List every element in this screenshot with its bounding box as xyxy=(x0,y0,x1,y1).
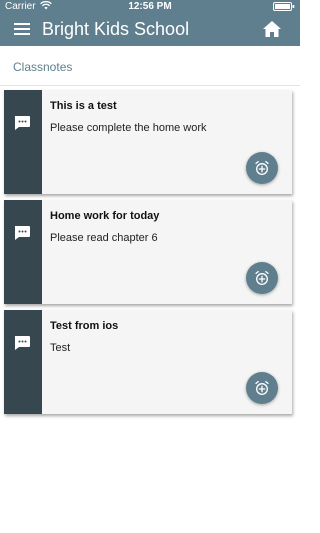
card-body: Please complete the home work xyxy=(50,122,207,134)
card-body: Please read chapter 6 xyxy=(50,232,158,244)
card-rail xyxy=(4,90,42,194)
set-reminder-button[interactable] xyxy=(246,262,278,294)
status-bar: Carrier 12:56 PM xyxy=(0,0,300,14)
chat-bubble-icon xyxy=(14,116,30,130)
card-title: Test from ios xyxy=(50,320,119,332)
hamburger-menu-icon[interactable] xyxy=(14,23,30,37)
page-subheader: Classnotes xyxy=(0,46,300,86)
alarm-add-icon xyxy=(255,160,269,175)
app-header: Carrier 12:56 PM Bright Kids School xyxy=(0,0,300,46)
card-title: Home work for today xyxy=(50,210,160,222)
alarm-add-icon xyxy=(255,270,269,285)
classnote-card[interactable]: Home work for today Please read chapter … xyxy=(4,200,292,304)
alarm-add-icon xyxy=(255,380,269,395)
card-title: This is a test xyxy=(50,100,117,112)
classnote-card[interactable]: Test from ios Test xyxy=(4,310,292,414)
set-reminder-button[interactable] xyxy=(246,372,278,404)
app-bar: Bright Kids School xyxy=(0,14,300,46)
card-rail xyxy=(4,310,42,414)
page-title: Classnotes xyxy=(13,60,73,74)
card-rail xyxy=(4,200,42,304)
app-title: Bright Kids School xyxy=(42,19,190,39)
chat-bubble-icon xyxy=(14,226,30,240)
chat-bubble-icon xyxy=(14,336,30,350)
classnote-card[interactable]: This is a test Please complete the home … xyxy=(4,90,292,194)
set-reminder-button[interactable] xyxy=(246,152,278,184)
battery-icon xyxy=(273,2,295,11)
home-icon[interactable] xyxy=(262,19,282,39)
card-body: Test xyxy=(50,342,71,354)
status-time: 12:56 PM xyxy=(128,1,172,12)
